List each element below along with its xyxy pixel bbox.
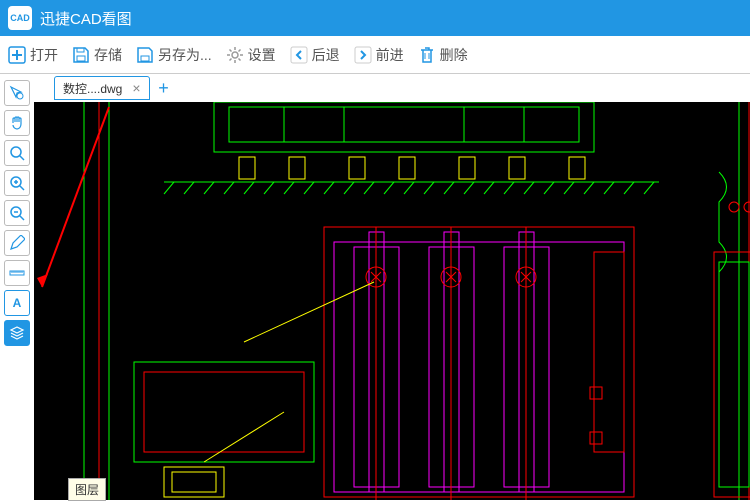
drawing-canvas[interactable] [34,102,750,500]
arrow-right-icon [354,46,372,64]
close-tab-icon[interactable]: × [132,80,140,96]
select-tool[interactable] [4,80,30,106]
zoom-tool[interactable] [4,140,30,166]
layers-tool[interactable] [4,320,30,346]
text-tool[interactable]: A [4,290,30,316]
open-button[interactable]: 打开 [8,45,58,65]
zoom-out-icon [9,205,25,221]
draw-tool[interactable] [4,230,30,256]
settings-button[interactable]: 设置 [226,45,276,65]
plus-icon [8,46,26,64]
app-logo: CAD [8,6,32,30]
main-toolbar: 打开 存储 另存为... 设置 后退 前进 删除 [0,36,750,74]
title-bar: CAD 迅捷CAD看图 [0,0,750,36]
save-icon [72,46,90,64]
tool-sidebar: A [0,74,34,500]
add-tab-button[interactable]: + [152,76,176,100]
pan-tool[interactable] [4,110,30,136]
ruler-icon [9,265,25,281]
saveas-button[interactable]: 另存为... [136,45,212,65]
zoomout-tool[interactable] [4,200,30,226]
forward-button[interactable]: 前进 [354,45,404,65]
app-title: 迅捷CAD看图 [40,8,132,29]
gear-icon [226,46,244,64]
measure-tool[interactable] [4,260,30,286]
layers-tooltip: 图层 [68,478,106,501]
arrow-left-icon [290,46,308,64]
pencil-icon [9,235,25,251]
save-button[interactable]: 存储 [72,45,122,65]
delete-button[interactable]: 删除 [418,45,468,65]
hand-icon [9,115,25,131]
trash-icon [418,46,436,64]
tab-bar: 数控....dwg × + [34,74,750,102]
zoom-in-icon [9,175,25,191]
cad-drawing [34,102,750,500]
back-button[interactable]: 后退 [290,45,340,65]
cursor-icon [9,85,25,101]
magnifier-icon [9,145,25,161]
layers-icon [9,325,25,341]
saveas-icon [136,46,154,64]
tab-label: 数控....dwg [63,80,122,97]
zoomin-tool[interactable] [4,170,30,196]
file-tab[interactable]: 数控....dwg × [54,76,150,100]
